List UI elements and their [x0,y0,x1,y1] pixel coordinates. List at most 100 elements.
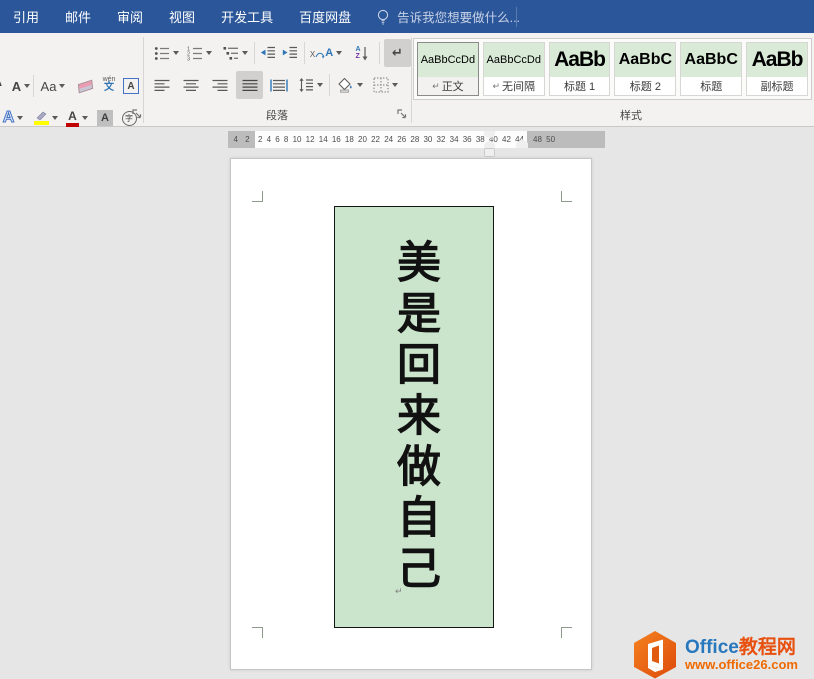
align-right-icon [212,79,228,92]
chevron-down-icon [317,83,323,87]
ruler-right-margin: 48 50 [527,131,605,148]
paragraph-dialog-launcher[interactable] [397,109,409,121]
borders-icon [373,77,389,93]
style-card-subtitle[interactable]: AaBb 副标题 [746,42,808,96]
paragraph-end-mark: ↵ [395,586,403,597]
shrink-font-button[interactable]: A [10,73,32,99]
decrease-indent-button[interactable] [257,40,278,66]
menu-tab-baidu-netdisk[interactable]: 百度网盘 [286,0,364,33]
margin-crop-mark [561,627,572,638]
brand-name-en: Office [685,637,739,658]
line-spacing-button[interactable] [295,72,325,98]
style-preview: AaBbCcDd [484,43,544,77]
bullets-button[interactable] [151,40,181,66]
margin-crop-mark [252,627,263,638]
style-label: 副标题 [761,78,794,94]
tell-me-box[interactable]: 告诉我您想要做什么... [376,7,520,26]
highlighter-icon [34,111,49,125]
style-card-normal[interactable]: AaBbCcDd ↵正文 [417,42,479,96]
styles-group-label: 样式 [531,107,731,123]
divider [254,42,255,64]
sort-button[interactable]: A Z [350,40,374,66]
style-preview: AaBbC [681,43,741,77]
menubar-separator [516,7,517,27]
horizontal-ruler[interactable]: 4 2 2 4 6 8 10 12 14 16 18 20 22 24 26 2… [228,131,605,148]
style-card-no-spacing[interactable]: AaBbCcDd ↵无间隔 [483,42,545,96]
show-hide-marks-button[interactable]: ↵ [384,39,411,67]
asian-layout-button[interactable]: X A [309,40,343,66]
align-left-button[interactable] [151,72,173,98]
paint-bucket-icon [337,77,354,93]
font-color-letter: A [68,110,77,122]
menu-tab-references[interactable]: 引用 [0,0,52,33]
character-shading-icon: A [97,110,113,126]
left-indent-marker[interactable] [485,149,494,156]
styles-group: AaBbCcDd ↵正文 AaBbCcDd ↵无间隔 AaBb 标题 1 AaB… [411,33,814,127]
numbering-button[interactable]: 1 2 3 [184,40,214,66]
menu-tab-review[interactable]: 审阅 [104,0,156,33]
clear-formatting-button[interactable] [74,73,96,99]
brand-name-cn: 教程网 [739,637,796,658]
ruler-left-numbers: 4 2 [233,135,249,144]
justify-button[interactable] [236,71,263,99]
divider [329,74,330,96]
style-card-heading2[interactable]: AaBbC 标题 2 [614,42,676,96]
vertical-document-text[interactable]: 美是回来做自己 [382,239,446,596]
distribute-button[interactable] [267,72,291,98]
document-page[interactable]: 美是回来做自己 ↵ [230,158,592,670]
change-case-button[interactable]: Aa [38,73,68,99]
phonetic-guide-button[interactable]: wén 文 [98,71,120,97]
phonetic-char: 文 [104,83,114,93]
margin-crop-mark [561,191,572,202]
chevron-down-icon [206,51,212,55]
multilevel-list-icon [223,46,239,61]
style-preview: AaBb [550,43,610,77]
menu-tab-view[interactable]: 视图 [156,0,208,33]
brand-url: www.office26.com [685,658,798,672]
site-watermark: Office教程网 www.office26.com [631,630,814,679]
styles-gallery: AaBbCcDd ↵正文 AaBbCcDd ↵无间隔 AaBb 标题 1 AaB… [413,38,812,100]
style-label: 标题 2 [630,78,661,94]
eraser-icon [77,79,92,93]
chevron-down-icon [173,51,179,55]
ruler-left-margin: 4 2 [228,131,255,148]
style-label: 标题 1 [564,78,595,94]
style-preview: AaBbC [615,43,675,77]
change-case-icon: Aa [41,79,57,94]
character-border-button[interactable]: A [121,73,141,99]
style-label: 正文 [442,78,464,94]
align-center-button[interactable] [180,72,202,98]
shaded-text-block[interactable]: 美是回来做自己 ↵ [334,206,494,628]
divider [379,42,380,64]
shading-button[interactable] [335,72,365,98]
menu-tab-mailings[interactable]: 邮件 [52,0,104,33]
multilevel-list-button[interactable] [219,40,251,66]
style-card-title[interactable]: AaBbC 标题 [680,42,742,96]
borders-button[interactable] [370,72,400,98]
align-left-icon [154,79,170,92]
menu-tab-developer[interactable]: 开发工具 [208,0,286,33]
ruler-right-numbers: 48 50 [533,135,555,144]
style-label: 无间隔 [502,78,535,94]
increase-indent-button[interactable] [279,40,300,66]
justify-icon [242,79,258,92]
chevron-down-icon [82,116,88,120]
svg-text:3: 3 [187,56,190,60]
return-mark-icon: ↵ [432,81,440,92]
watermark-text: Office教程网 www.office26.com [685,638,798,672]
chevron-down-icon [392,83,398,87]
office-hexagon-logo-icon [631,630,679,679]
return-mark-icon: ↵ [492,81,500,92]
grow-font-button[interactable]: A [0,73,8,99]
font-color-icon: A [66,110,79,127]
text-effects-icon: A [3,109,15,127]
increase-indent-icon [282,46,298,60]
style-label: 标题 [700,78,722,94]
chevron-down-icon [357,83,363,87]
grow-font-icon: A [0,73,2,89]
align-right-button[interactable] [209,72,231,98]
dialog-launcher-icon [132,109,143,120]
bullet-list-icon [154,46,170,61]
lightbulb-icon [376,8,390,26]
style-card-heading1[interactable]: AaBb 标题 1 [549,42,611,96]
